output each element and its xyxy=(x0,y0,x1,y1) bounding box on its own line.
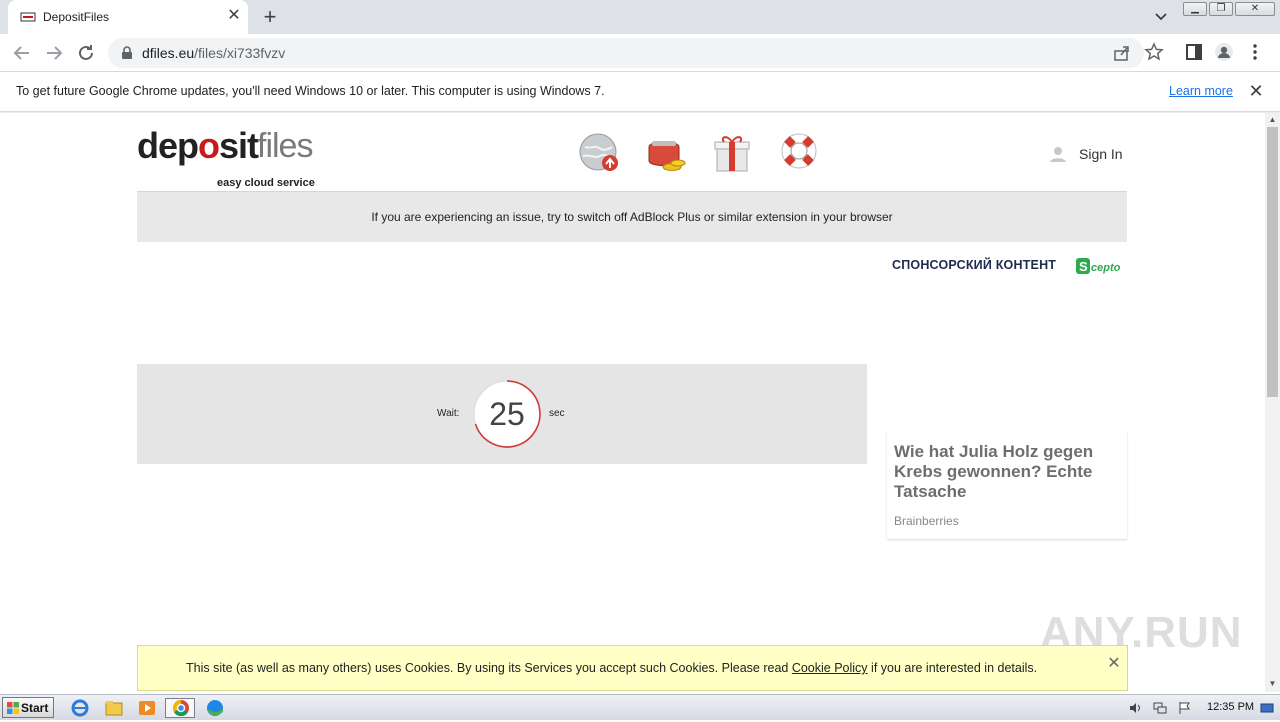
sponsored-content-label: СПОНСОРСКИЙ КОНТЕНТ xyxy=(892,258,1057,272)
wait-label: Wait: xyxy=(437,408,460,419)
scroll-down-arrow-icon[interactable]: ▼ xyxy=(1268,679,1277,688)
logo-files-word: files xyxy=(257,127,313,165)
windows-flag-icon xyxy=(7,702,19,714)
adblock-notice-text: If you are experiencing an issue, try to… xyxy=(371,210,893,224)
network-icon[interactable] xyxy=(1153,701,1167,715)
media-player-icon[interactable] xyxy=(136,698,158,718)
tab-close-icon[interactable]: ✕ xyxy=(225,7,243,25)
new-tab-button[interactable]: + xyxy=(259,6,281,28)
scroll-thumb[interactable] xyxy=(1267,127,1278,397)
chrome-taskbar-button[interactable] xyxy=(165,698,195,718)
profile-avatar-icon[interactable] xyxy=(1214,42,1234,62)
tab-strip: DepositFiles ✕ + ▁ ❐ ✕ xyxy=(0,0,1280,34)
internet-explorer-icon[interactable] xyxy=(69,698,91,718)
edge-icon[interactable] xyxy=(204,698,226,718)
restore-button[interactable]: ❐ xyxy=(1209,2,1233,16)
taskbar-clock[interactable]: 12:35 PM xyxy=(1207,701,1254,713)
upload-globe-icon[interactable] xyxy=(577,131,621,175)
wait-unit: sec xyxy=(549,408,565,419)
update-infobar: To get future Google Chrome updates, you… xyxy=(0,72,1280,112)
tab-depositfiles[interactable]: DepositFiles ✕ xyxy=(8,0,248,34)
learn-more-link[interactable]: Learn more xyxy=(1169,84,1233,98)
start-button[interactable]: Start xyxy=(2,697,54,718)
reload-icon[interactable] xyxy=(75,42,97,64)
side-panel-icon[interactable] xyxy=(1184,42,1204,62)
menu-kebab-icon[interactable] xyxy=(1245,42,1265,62)
address-bar[interactable]: dfiles.eu/files/xi733fvzv xyxy=(108,38,1144,68)
action-center-flag-icon[interactable] xyxy=(1178,701,1192,715)
page-scrollbar[interactable]: ▲ ▼ xyxy=(1265,113,1280,692)
windows-taskbar: Start 12:35 PM xyxy=(0,694,1280,720)
lifebuoy-icon[interactable] xyxy=(777,131,821,175)
cookie-policy-link[interactable]: Cookie Policy xyxy=(792,661,868,675)
browser-toolbar: dfiles.eu/files/xi733fvzv xyxy=(0,34,1280,72)
cookie-banner: This site (as well as many others) uses … xyxy=(137,645,1128,691)
chrome-icon xyxy=(172,699,189,717)
logo-tagline: easy cloud service xyxy=(217,177,315,189)
gift-box-icon[interactable] xyxy=(710,131,754,175)
wallet-coins-icon[interactable] xyxy=(643,131,687,175)
sign-in-label: Sign In xyxy=(1079,146,1123,162)
infobar-message: To get future Google Chrome updates, you… xyxy=(16,84,605,98)
sponsor-brand-icon: S cepto xyxy=(1076,258,1121,274)
sponsored-ad-card[interactable]: Wie hat Julia Holz gegen Krebs gewonnen?… xyxy=(887,431,1127,539)
file-explorer-icon[interactable] xyxy=(103,698,125,718)
logo-wordmark: deposit xyxy=(137,125,259,166)
share-icon[interactable] xyxy=(1112,43,1132,63)
wait-countdown-panel: Wait: 25 sec xyxy=(137,364,867,464)
cookie-close-icon[interactable]: ✕ xyxy=(1106,656,1122,672)
bookmark-star-icon[interactable] xyxy=(1144,42,1164,62)
start-label: Start xyxy=(21,701,49,715)
adblock-notice: If you are experiencing an issue, try to… xyxy=(137,191,1127,242)
show-desktop-icon[interactable] xyxy=(1260,701,1274,715)
depositfiles-favicon-icon xyxy=(20,12,36,22)
infobar-close-icon[interactable]: ✕ xyxy=(1247,82,1265,100)
ad-source: Brainberries xyxy=(894,514,959,528)
user-icon xyxy=(1050,147,1066,162)
svg-text:S: S xyxy=(1079,259,1088,274)
minimize-button[interactable]: ▁ xyxy=(1183,2,1207,16)
volume-icon[interactable] xyxy=(1128,701,1142,715)
tab-search-chevron-icon[interactable] xyxy=(1152,9,1170,25)
cookie-message: This site (as well as many others) uses … xyxy=(186,661,1038,675)
svg-text:cepto: cepto xyxy=(1091,262,1121,274)
back-arrow-icon[interactable] xyxy=(11,42,33,64)
forward-arrow-icon[interactable] xyxy=(43,42,65,64)
url-text: dfiles.eu/files/xi733fvzv xyxy=(142,45,286,61)
countdown-seconds: 25 xyxy=(489,396,525,432)
page-viewport: deposit files easy cloud service Sign In xyxy=(0,113,1265,692)
tab-title: DepositFiles xyxy=(43,10,110,24)
lock-icon[interactable] xyxy=(121,46,133,60)
scroll-up-arrow-icon[interactable]: ▲ xyxy=(1268,115,1277,124)
depositfiles-logo[interactable]: deposit files easy cloud service xyxy=(137,125,327,190)
ad-title[interactable]: Wie hat Julia Holz gegen Krebs gewonnen?… xyxy=(894,442,1119,502)
close-window-button[interactable]: ✕ xyxy=(1235,2,1275,16)
sponsor-brand-logo[interactable]: S cepto xyxy=(1076,257,1124,275)
